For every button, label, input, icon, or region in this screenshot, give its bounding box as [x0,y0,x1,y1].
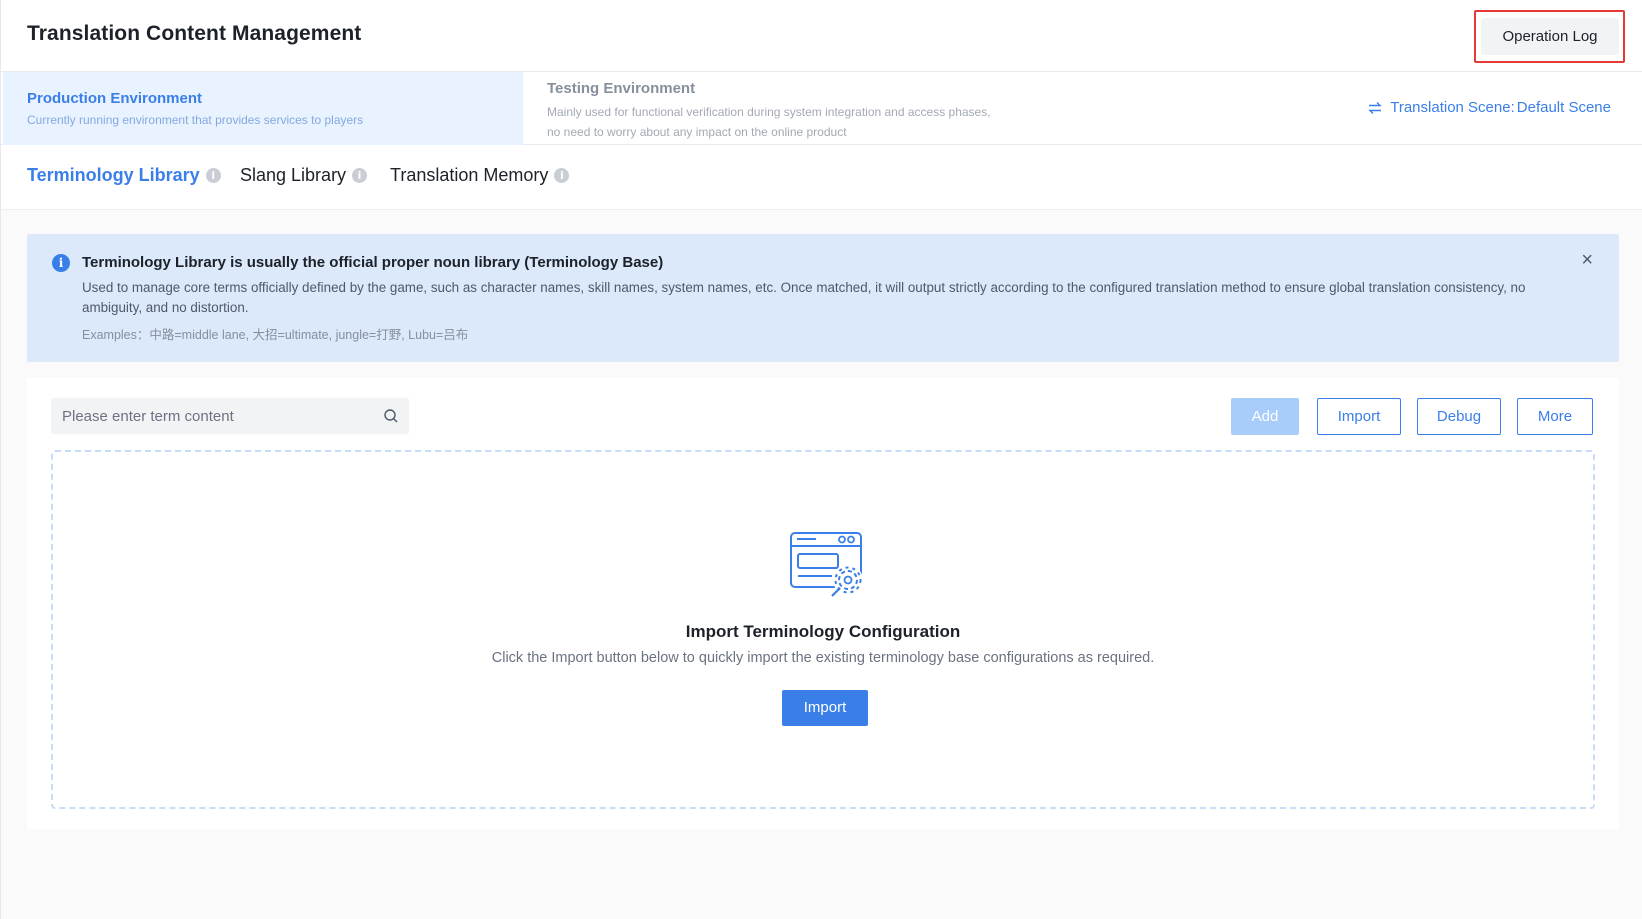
translation-scene-value: Default Scene [1516,99,1611,116]
environment-bar: Production Environment Currently running… [1,72,1642,145]
translation-scene-separator: : [1510,99,1515,116]
app-window: Translation Content Management Operation… [0,0,1642,919]
library-tabs: Terminology Library i Slang Library i Tr… [1,145,1642,210]
page-title: Translation Content Management [27,22,362,45]
tab-label: Slang Library [240,165,347,185]
info-icon[interactable]: i [352,168,368,183]
empty-state-title: Import Terminology Configuration [685,622,961,641]
tab-terminology-library[interactable]: Terminology Library i [27,165,221,186]
translation-scene-switch[interactable]: Translation Scene : Default Scene [1368,99,1611,116]
info-icon: i [52,254,70,272]
terminology-panel: Add Import Debug More Import Terminology… [27,378,1619,829]
empty-state-description: Click the Import button below to quickly… [491,650,1155,666]
import-button[interactable]: Import [1317,398,1401,435]
alert-examples: Examples：中路=middle lane, 大招=ultimate, ju… [82,328,469,342]
terminology-info-alert: i Terminology Library is usually the off… [27,234,1619,362]
env-production-description: Currently running environment that provi… [27,113,364,127]
search-box [51,398,409,434]
empty-state-import-button[interactable]: Import [782,690,868,726]
tab-label: Terminology Library [27,165,200,185]
env-testing-name: Testing Environment [547,80,696,97]
env-production-name: Production Environment [27,90,203,107]
tab-label: Translation Memory [390,165,549,185]
add-button[interactable]: Add [1231,398,1299,435]
import-dropzone: Import Terminology Configuration Click t… [51,450,1595,809]
close-icon[interactable]: × [1581,250,1593,270]
translation-scene-label: Translation Scene [1390,99,1511,116]
tab-translation-memory[interactable]: Translation Memory i [390,165,570,186]
debug-button[interactable]: Debug [1417,398,1501,435]
env-testing-card[interactable]: Testing Environment Mainly used for func… [523,72,1003,145]
import-config-illustration [790,532,863,597]
env-testing-description: Mainly used for functional verification … [547,105,991,139]
more-button[interactable]: More [1517,398,1593,435]
env-production-card[interactable]: Production Environment Currently running… [3,72,523,145]
alert-body: Used to manage core terms officially def… [82,280,1526,315]
operation-log-button[interactable]: Operation Log [1481,18,1619,55]
info-icon[interactable]: i [554,168,570,183]
info-icon[interactable]: i [205,168,221,183]
tab-slang-library[interactable]: Slang Library i [240,165,368,186]
page-header: Translation Content Management Operation… [1,0,1642,72]
search-icon[interactable] [383,408,399,424]
swap-icon [1368,101,1382,114]
search-input[interactable] [51,398,371,434]
alert-title: Terminology Library is usually the offic… [82,254,664,271]
